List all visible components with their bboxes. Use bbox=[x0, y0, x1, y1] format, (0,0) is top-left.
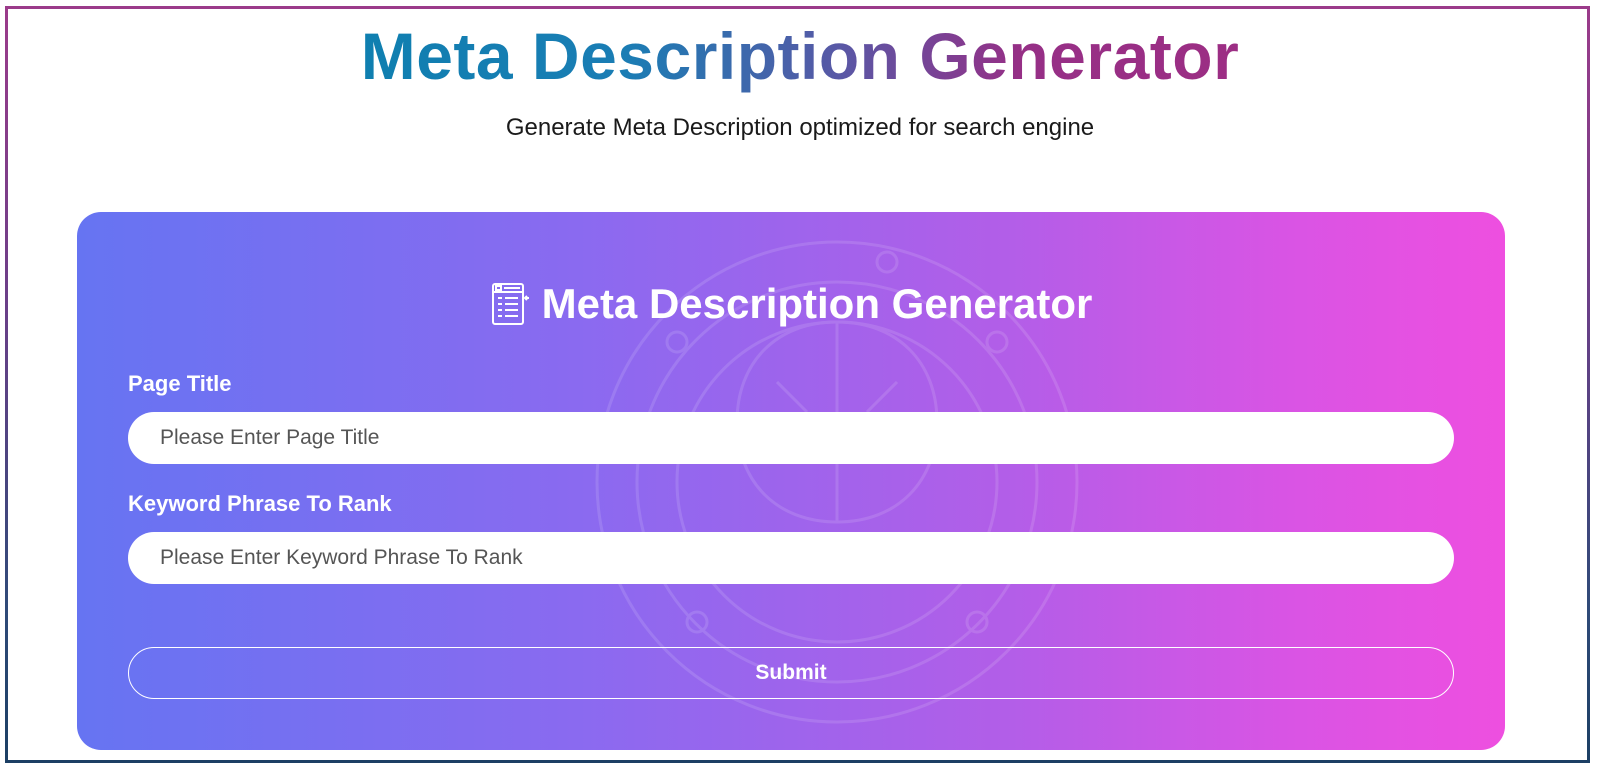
card-title: Meta Description Generator bbox=[77, 275, 1505, 333]
submit-button[interactable]: Submit bbox=[128, 647, 1454, 699]
page-title-input[interactable] bbox=[128, 412, 1454, 464]
keyword-phrase-input[interactable] bbox=[128, 532, 1454, 584]
page-title-label: Page Title bbox=[128, 371, 232, 396]
generator-card: Meta Description Generator Page Title Ke… bbox=[77, 212, 1505, 750]
page-subtitle: Generate Meta Description optimized for … bbox=[505, 114, 1095, 141]
document-list-icon bbox=[491, 283, 529, 325]
keyword-phrase-label: Keyword Phrase To Rank bbox=[128, 491, 392, 516]
card-title-text: Meta Description Generator bbox=[541, 280, 1093, 327]
page-title: Meta Description Generator bbox=[360, 19, 1240, 93]
